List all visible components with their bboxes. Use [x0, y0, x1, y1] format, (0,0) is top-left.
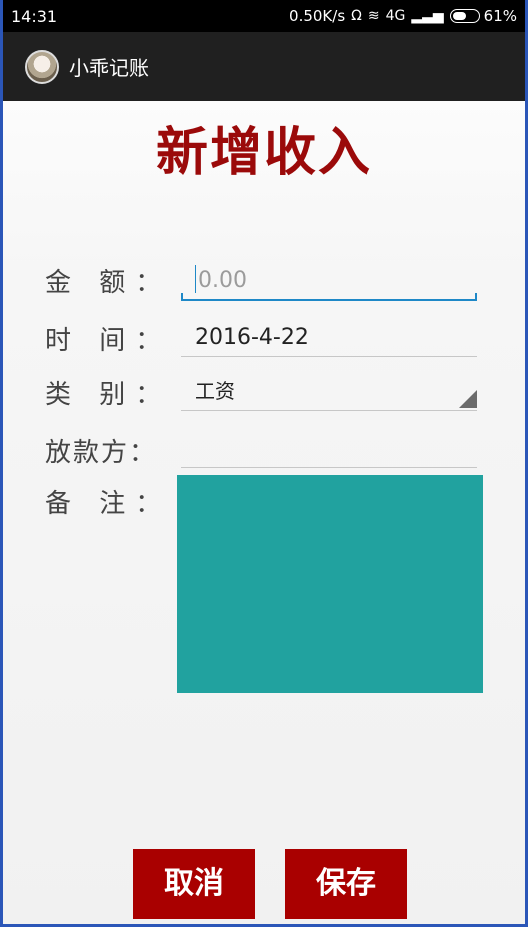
headset-icon: Ω: [351, 8, 362, 24]
status-bar: 14:31 0.50K/s Ω ≋ 4G ▂▃▅ 61%: [3, 0, 525, 32]
status-time: 14:31: [11, 6, 58, 26]
save-button[interactable]: 保存: [285, 849, 407, 919]
notes-textarea[interactable]: [177, 475, 483, 693]
payer-label: 放款方：: [45, 438, 158, 468]
battery-icon: [449, 9, 480, 23]
notes-label: 备 注：: [45, 489, 172, 519]
wifi-icon: ≋: [367, 8, 380, 24]
category-label: 类 别：: [45, 380, 172, 410]
amount-label: 金 额：: [45, 268, 172, 298]
amount-placeholder: 0.00: [198, 268, 247, 293]
battery-level: [452, 12, 466, 20]
time-label: 时 间：: [45, 326, 172, 356]
payer-field[interactable]: [181, 424, 477, 468]
dropdown-arrow-icon: [459, 390, 477, 408]
4g-icon: 4G: [385, 8, 406, 24]
time-value: 2016-4-22: [195, 325, 309, 350]
category-dropdown[interactable]: 工资: [181, 367, 477, 411]
time-field[interactable]: 2016-4-22: [181, 313, 477, 357]
network-speed: 0.50K/s: [289, 7, 346, 25]
app-frame: 14:31 0.50K/s Ω ≋ 4G ▂▃▅ 61% 小乖记账 新增收入 金…: [0, 0, 528, 927]
app-bar: 小乖记账: [3, 32, 525, 101]
page-title: 新增收入: [155, 123, 372, 183]
avatar[interactable]: [25, 49, 59, 84]
text-caret: [195, 265, 196, 293]
category-value: 工资: [195, 379, 235, 403]
app-title: 小乖记账: [69, 56, 149, 80]
status-right: 0.50K/s Ω ≋ 4G ▂▃▅ 61%: [289, 7, 517, 25]
amount-field[interactable]: 0.00: [181, 257, 477, 301]
battery-indicator: 61%: [449, 7, 517, 25]
signal-icon: ▂▃▅: [411, 8, 444, 24]
battery-percent: 61%: [483, 7, 517, 25]
cancel-button[interactable]: 取消: [133, 849, 255, 919]
